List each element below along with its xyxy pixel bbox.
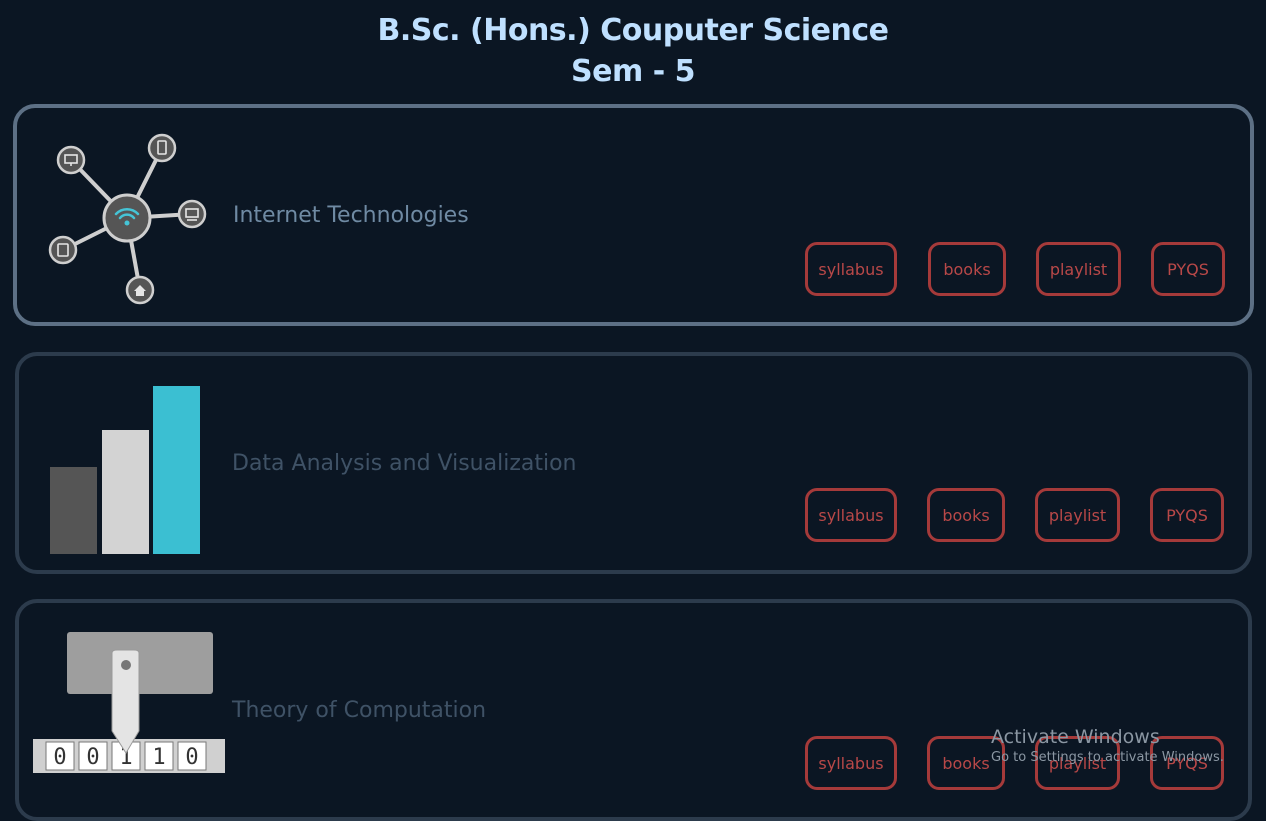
playlist-button[interactable]: playlist xyxy=(1035,488,1120,542)
course-card-theory-of-computation[interactable]: 0 0 1 1 0 Theory of Computation syllabus… xyxy=(15,599,1252,821)
playlist-button[interactable]: playlist xyxy=(1036,242,1121,296)
watermark-title: Activate Windows xyxy=(991,726,1160,748)
tape-cell: 1 xyxy=(152,745,165,770)
network-icon xyxy=(48,133,207,305)
course-title: Data Analysis and Visualization xyxy=(232,451,577,476)
books-button[interactable]: books xyxy=(927,488,1005,542)
turing-machine-icon: 0 0 1 1 0 xyxy=(33,632,225,773)
semester-label: Sem - 5 xyxy=(571,54,695,89)
course-card-internet-technologies[interactable]: Internet Technologies syllabus books pla… xyxy=(13,104,1254,326)
tape-cell: 0 xyxy=(86,745,99,770)
syllabus-button[interactable]: syllabus xyxy=(805,488,897,542)
syllabus-button[interactable]: syllabus xyxy=(805,242,897,296)
course-card-data-analysis[interactable]: Data Analysis and Visualization syllabus… xyxy=(15,352,1252,574)
watermark-subtitle: Go to Settings to activate Windows. xyxy=(991,750,1224,765)
activate-windows-watermark: Activate Windows Go to Settings to activ… xyxy=(991,726,1224,765)
course-title: Internet Technologies xyxy=(233,203,469,228)
course-title: Theory of Computation xyxy=(232,698,487,723)
page-title: B.Sc. (Hons.) Couputer Science xyxy=(377,13,889,48)
syllabus-button[interactable]: syllabus xyxy=(805,736,897,790)
pyqs-button[interactable]: PYQS xyxy=(1150,488,1224,542)
bar-chart-icon xyxy=(50,386,200,554)
books-button[interactable]: books xyxy=(928,242,1006,296)
pyqs-button[interactable]: PYQS xyxy=(1151,242,1225,296)
page-header: B.Sc. (Hons.) Couputer Science Sem - 5 xyxy=(0,10,1266,92)
tape-cell: 0 xyxy=(185,745,198,770)
tape-cell: 0 xyxy=(53,745,66,770)
